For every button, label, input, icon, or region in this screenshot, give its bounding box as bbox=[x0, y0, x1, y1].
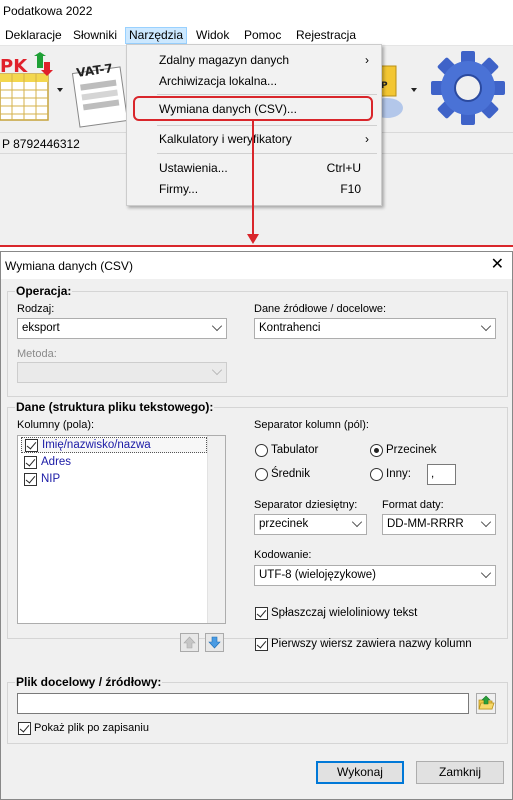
browse-file-button[interactable] bbox=[476, 693, 496, 714]
dane-zrodlowe-label: Dane źródłowe / docelowe: bbox=[254, 303, 387, 315]
narzedzia-dropdown-menu: Zdalny magazyn danych › Archiwizacja loka… bbox=[126, 44, 382, 206]
zamknij-button[interactable]: Zamknij bbox=[416, 761, 504, 784]
srednik-radio[interactable] bbox=[255, 468, 268, 481]
menu-separator bbox=[157, 125, 377, 126]
inny-radio[interactable] bbox=[370, 468, 383, 481]
tabulator-radio[interactable] bbox=[255, 444, 268, 457]
chevron-down-icon bbox=[480, 516, 492, 528]
chevron-down-icon bbox=[480, 320, 492, 332]
dane-zrodlowe-select[interactable]: Kontrahenci bbox=[254, 318, 496, 339]
arrow-down-icon bbox=[208, 636, 221, 649]
rodzaj-select[interactable]: eksport bbox=[17, 318, 227, 339]
chevron-down-icon bbox=[211, 320, 223, 332]
folder-open-icon bbox=[478, 695, 495, 710]
format-daty-select[interactable]: DD-MM-RRRR bbox=[382, 514, 496, 535]
list-scrollbar[interactable] bbox=[207, 436, 225, 623]
submenu-arrow-icon: › bbox=[365, 132, 369, 146]
rodzaj-label: Rodzaj: bbox=[17, 303, 55, 315]
menu-bar: Deklaracje Słowniki Narzędzia Widok Pomo… bbox=[0, 24, 513, 46]
dialog-title: Wymiana danych (CSV) bbox=[5, 259, 133, 273]
vat7-document-icon[interactable]: VAT-7 bbox=[71, 52, 129, 130]
pointer-arrow-line bbox=[252, 121, 254, 235]
move-up-button[interactable] bbox=[180, 633, 199, 652]
checkbox-checked[interactable] bbox=[24, 473, 37, 486]
menu-pomoc[interactable]: Pomoc bbox=[241, 27, 284, 44]
divider-line bbox=[0, 245, 513, 247]
pokaz-plik-checkbox[interactable] bbox=[18, 722, 31, 735]
company-nip-text: P 8792446312 bbox=[2, 137, 80, 151]
checkbox-checked[interactable] bbox=[24, 456, 37, 469]
arrow-up-icon bbox=[183, 636, 196, 649]
menu-item-firmy[interactable]: Firmy... F10 bbox=[127, 179, 381, 199]
pierwszy-wiersz-label: Pierwszy wiersz zawiera nazwy kolumn bbox=[271, 638, 472, 650]
menu-item-kalkulatory[interactable]: Kalkulatory i weryfikatory › bbox=[127, 129, 381, 149]
menu-item-archiwizacja[interactable]: Archiwizacja lokalna... bbox=[127, 71, 381, 91]
pointer-arrow-head bbox=[247, 234, 259, 244]
splaszczaj-label: Spłaszczaj wieloliniowy tekst bbox=[271, 607, 418, 619]
dropdown-arrow-icon[interactable] bbox=[411, 88, 417, 92]
menu-widok[interactable]: Widok bbox=[193, 27, 232, 44]
tabulator-label: Tabulator bbox=[271, 444, 319, 456]
csv-exchange-dialog: Wymiana danych (CSV) ✕ Operacja: Rodzaj:… bbox=[0, 251, 513, 800]
menu-item-zdalny-magazyn[interactable]: Zdalny magazyn danych › bbox=[127, 50, 381, 70]
pk-ledger-icon[interactable]: PK bbox=[0, 52, 58, 130]
przecinek-label: Przecinek bbox=[386, 444, 437, 456]
submenu-arrow-icon: › bbox=[365, 53, 369, 67]
inny-label: Inny: bbox=[386, 468, 411, 480]
pokaz-plik-label: Pokaż plik po zapisaniu bbox=[34, 722, 149, 734]
dane-group-label: Dane (struktura pliku tekstowego): bbox=[15, 400, 215, 414]
operacja-group-label: Operacja: bbox=[15, 284, 73, 298]
separator-dziesietny-label: Separator dziesiętny: bbox=[254, 499, 358, 511]
list-item[interactable]: Adres bbox=[21, 455, 207, 471]
list-item[interactable]: Imię/nazwisko/nazwa bbox=[21, 437, 207, 453]
pierwszy-wiersz-checkbox[interactable] bbox=[255, 638, 268, 651]
close-icon[interactable]: ✕ bbox=[491, 256, 504, 274]
menu-separator bbox=[157, 153, 377, 154]
dialog-title-bar: Wymiana danych (CSV) ✕ bbox=[1, 252, 512, 279]
splaszczaj-checkbox[interactable] bbox=[255, 607, 268, 620]
srednik-label: Średnik bbox=[271, 468, 310, 480]
dropdown-arrow-icon[interactable] bbox=[57, 88, 63, 92]
wykonaj-button[interactable]: Wykonaj bbox=[316, 761, 404, 784]
metoda-label: Metoda: bbox=[17, 348, 57, 360]
plik-path-input[interactable] bbox=[17, 693, 469, 714]
separator-dziesietny-select[interactable]: przecinek bbox=[254, 514, 367, 535]
kolumny-list[interactable]: Imię/nazwisko/nazwa Adres NIP bbox=[17, 435, 226, 624]
metoda-select bbox=[17, 362, 227, 383]
chevron-down-icon bbox=[211, 364, 223, 376]
highlight-box bbox=[133, 96, 373, 121]
plik-group-label: Plik docelowy / źródłowy: bbox=[15, 675, 163, 689]
svg-text:P: P bbox=[381, 81, 388, 91]
menu-item-ustawienia[interactable]: Ustawienia... Ctrl+U bbox=[127, 158, 381, 178]
chevron-down-icon bbox=[351, 516, 363, 528]
chevron-down-icon bbox=[480, 567, 492, 579]
menu-deklaracje[interactable]: Deklaracje bbox=[2, 27, 65, 44]
menu-rejestracja[interactable]: Rejestracja bbox=[293, 27, 359, 44]
inny-separator-input[interactable]: , bbox=[427, 464, 456, 485]
app-title: Podatkowa 2022 bbox=[0, 0, 513, 24]
separator-kolumn-label: Separator kolumn (pól): bbox=[254, 419, 369, 431]
menu-separator bbox=[157, 94, 377, 95]
przecinek-radio[interactable] bbox=[370, 444, 383, 457]
menu-narzedzia[interactable]: Narzędzia bbox=[125, 27, 188, 44]
kodowanie-select[interactable]: UTF-8 (wielojęzykowe) bbox=[254, 565, 496, 586]
format-daty-label: Format daty: bbox=[382, 499, 444, 511]
list-item[interactable]: NIP bbox=[21, 472, 207, 488]
kolumny-label: Kolumny (pola): bbox=[17, 419, 95, 431]
kodowanie-label: Kodowanie: bbox=[254, 549, 312, 561]
checkbox-checked[interactable] bbox=[25, 439, 38, 452]
gear-icon[interactable] bbox=[425, 48, 511, 128]
pk-label: PK bbox=[0, 56, 28, 77]
move-down-button[interactable] bbox=[205, 633, 224, 652]
menu-slowniki[interactable]: Słowniki bbox=[70, 27, 120, 44]
